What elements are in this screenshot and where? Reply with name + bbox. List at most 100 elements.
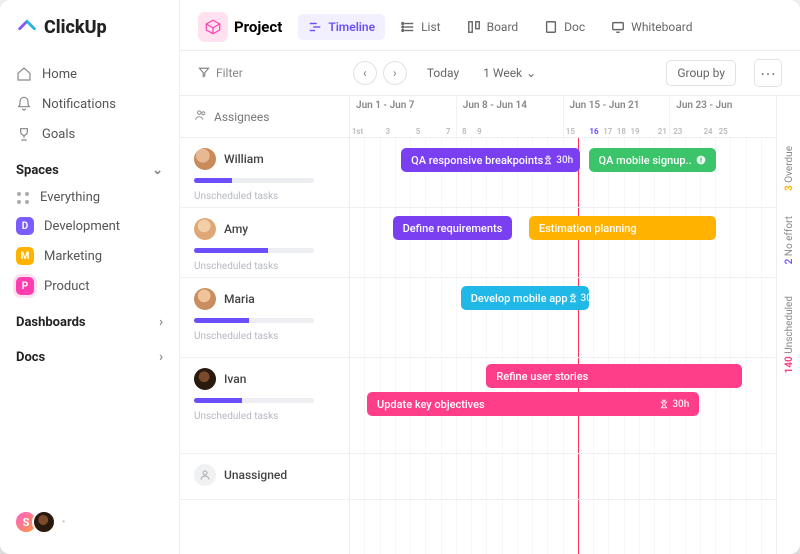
view-label: Board <box>487 20 519 34</box>
week-column: Jun 23 - Jun232425 <box>669 96 776 138</box>
space-badge: P <box>16 277 34 295</box>
nav-notifications[interactable]: Notifications <box>0 89 179 119</box>
avatar <box>194 148 216 170</box>
timeline: Assignees William Unscheduled tasks Amy … <box>180 96 800 554</box>
week-column: Jun 1 - Jun 71st357 <box>350 96 456 138</box>
avatar <box>194 368 216 390</box>
project-icon <box>198 12 228 42</box>
lane-header-maria[interactable]: Maria Unscheduled tasks <box>180 278 349 358</box>
list-icon <box>401 20 415 34</box>
date-header-row: Jun 1 - Jun 71st357Jun 8 - Jun 1489Jun 1… <box>350 96 776 138</box>
clickup-icon <box>16 14 38 41</box>
task-bar[interactable]: Estimation planning <box>529 216 716 240</box>
assignee-name: Ivan <box>224 372 246 386</box>
spaces-section-header[interactable]: Spaces ⌄ <box>0 149 179 184</box>
view-board[interactable]: Board <box>457 14 529 40</box>
view-list[interactable]: List <box>391 14 451 40</box>
week-column: Jun 8 - Jun 1489 <box>456 96 563 138</box>
next-button[interactable]: › <box>383 61 407 85</box>
assignee-name: William <box>224 152 264 166</box>
docs-section-header[interactable]: Docs › <box>0 336 179 371</box>
view-doc[interactable]: Doc <box>534 14 595 40</box>
presence-more-icon: • <box>62 517 65 528</box>
assignee-name: Maria <box>224 292 255 306</box>
task-bar[interactable]: Define requirements <box>393 216 512 240</box>
spaces-section-label: Spaces <box>16 163 59 178</box>
view-timeline[interactable]: Timeline <box>298 14 385 40</box>
lane-header-unassigned[interactable]: Unassigned <box>180 454 349 500</box>
assignee-column-title: Assignees <box>214 110 269 124</box>
view-label: Timeline <box>328 20 375 34</box>
filter-label: Filter <box>216 66 243 80</box>
brand-logo[interactable]: ClickUp <box>0 14 179 59</box>
assignee-column-header[interactable]: Assignees <box>180 96 349 138</box>
lane-header-amy[interactable]: Amy Unscheduled tasks <box>180 208 349 278</box>
task-label: Define requirements <box>403 222 503 235</box>
view-whiteboard[interactable]: Whiteboard <box>601 14 702 40</box>
summary-badge[interactable]: 2 No effort <box>784 216 795 264</box>
dashboards-label: Dashboards <box>16 315 86 330</box>
nav-goals-label: Goals <box>42 127 75 142</box>
topbar: Project Timeline List Board Doc Whiteboa… <box>180 0 800 51</box>
unassigned-icon <box>194 464 216 486</box>
space-everything[interactable]: Everything <box>0 184 179 211</box>
week-column: Jun 15 - Jun 21151617181921 <box>563 96 670 138</box>
nav-home[interactable]: Home <box>0 59 179 89</box>
unscheduled-label: Unscheduled tasks <box>194 331 335 342</box>
timeline-lane: QA responsive breakpoints30h QA mobile si… <box>350 138 776 208</box>
capacity-bar <box>194 248 314 253</box>
whiteboard-icon <box>611 20 625 34</box>
timer-icon: 30h <box>568 293 589 304</box>
nav-home-label: Home <box>42 67 77 82</box>
timer-icon: 30h <box>543 155 573 166</box>
nav-goals[interactable]: Goals <box>0 119 179 149</box>
user-avatar <box>32 510 56 534</box>
space-everything-label: Everything <box>40 190 100 205</box>
timer-icon: 30h <box>659 399 689 410</box>
space-product[interactable]: P Product <box>0 271 179 301</box>
avatar <box>194 288 216 310</box>
dashboards-section-header[interactable]: Dashboards › <box>0 301 179 336</box>
space-badge: D <box>16 217 34 235</box>
space-marketing[interactable]: M Marketing <box>0 241 179 271</box>
lane-header-william[interactable]: William Unscheduled tasks <box>180 138 349 208</box>
task-label: Develop mobile app <box>471 292 568 305</box>
grid-icon <box>16 191 30 205</box>
view-label: Doc <box>564 20 585 34</box>
summary-badge[interactable]: 140 Unscheduled <box>784 296 795 373</box>
task-bar[interactable]: Update key objectives30h <box>367 392 699 416</box>
timeline-icon <box>308 20 322 34</box>
today-button[interactable]: Today <box>427 66 459 80</box>
project-name: Project <box>234 18 282 36</box>
space-development[interactable]: D Development <box>0 211 179 241</box>
app-window: ClickUp Home Notifications Goals Spaces … <box>0 0 800 554</box>
timeline-lane: Define requirements Estimation planning <box>350 208 776 278</box>
presence-bar[interactable]: S • <box>0 500 179 544</box>
filter-button[interactable]: Filter <box>198 66 243 81</box>
docs-label: Docs <box>16 350 45 365</box>
timeline-lane: Refine user stories Update key objectives… <box>350 358 776 454</box>
groupby-button[interactable]: Group by <box>666 60 736 86</box>
task-bar[interactable]: QA mobile signup.. <box>589 148 717 172</box>
prev-button[interactable]: ‹ <box>353 61 377 85</box>
brand-name: ClickUp <box>44 17 107 38</box>
date-nav: ‹ › <box>353 61 407 85</box>
sidebar: ClickUp Home Notifications Goals Spaces … <box>0 0 180 554</box>
doc-icon <box>544 20 558 34</box>
timeline-grid: Jun 1 - Jun 71st357Jun 8 - Jun 1489Jun 1… <box>350 96 776 554</box>
task-bar[interactable]: Develop mobile app30h <box>461 286 589 310</box>
timeline-lane: Develop mobile app30h <box>350 278 776 358</box>
capacity-bar <box>194 318 314 323</box>
range-label: 1 Week <box>483 66 522 80</box>
range-dropdown[interactable]: 1 Week ⌄ <box>483 66 536 80</box>
more-button[interactable]: ⋯ <box>754 59 782 87</box>
home-icon <box>16 66 32 82</box>
task-bar[interactable]: QA responsive breakpoints30h <box>401 148 580 172</box>
nav-notifications-label: Notifications <box>42 97 116 112</box>
lane-header-ivan[interactable]: Ivan Unscheduled tasks <box>180 358 349 454</box>
summary-badge[interactable]: 3 Overdue <box>784 146 795 191</box>
avatar <box>194 218 216 240</box>
task-bar[interactable]: Refine user stories <box>486 364 742 388</box>
task-label: Refine user stories <box>496 370 588 383</box>
task-label: Estimation planning <box>539 222 637 235</box>
